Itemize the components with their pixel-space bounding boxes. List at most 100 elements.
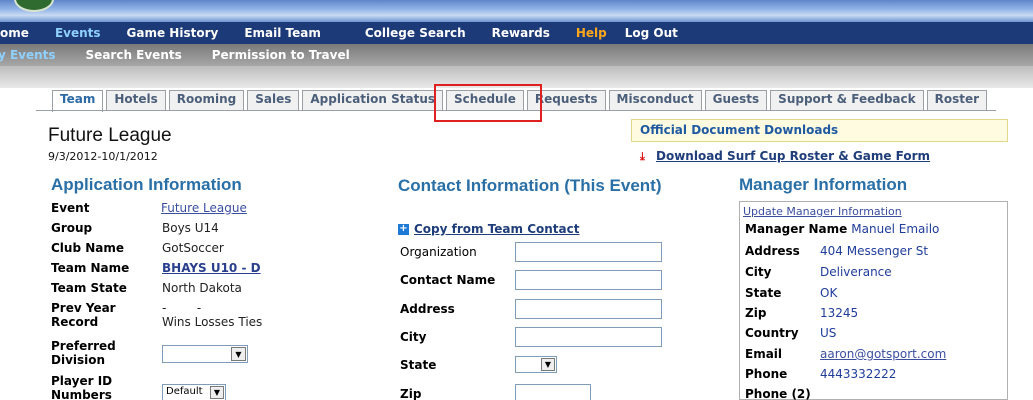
contact-label-city: City [400,330,427,344]
tab-roster[interactable]: Roster [926,90,988,110]
app-row-team-name: Team Name BHAYS U10 - D [51,261,261,275]
app-row-event: Event Future League [51,201,247,215]
manager-value-phone: 4443332222 [820,367,897,381]
app-label-event: Event [51,201,90,215]
main-nav: Home Events Game History Email Team Coll… [0,22,1033,44]
contact-row-city: City [400,327,662,347]
app-value-team-name[interactable]: BHAYS U10 - D [162,261,261,275]
contact-label-address: Address [400,302,455,316]
manager-label-name: Manager Name [745,222,848,236]
tab-hotels[interactable]: Hotels [106,90,166,110]
nav-events[interactable]: Events [55,26,101,40]
nav-help[interactable]: Help [576,26,607,40]
app-label-team-name: Team Name [51,261,130,275]
nav-rewards[interactable]: Rewards [492,26,550,40]
nav-game-history[interactable]: Game History [127,26,219,40]
manager-row-zip: Zip 13245 [745,306,858,320]
app-value-group: Boys U14 [162,221,219,235]
contact-label-organization: Organization [400,245,477,259]
manager-label-country: Country [745,326,799,340]
manager-value-country: US [820,326,837,340]
subnav-search-events[interactable]: Search Events [86,48,182,62]
site-logo[interactable] [14,0,54,12]
sub-nav: My Events Search Events Permission to Tr… [0,44,1033,66]
address-input[interactable] [515,299,662,319]
contact-label-contact-name: Contact Name [400,273,496,287]
contact-label-zip: Zip [400,387,422,400]
application-info-title: Application Information [51,175,242,194]
app-label-player-id: Player ID Numbers [51,374,113,400]
contact-info-title: Contact Information (This Event) [398,176,662,195]
manager-value-email[interactable]: aaron@gotsport.com [820,347,946,361]
tab-team[interactable]: Team [52,90,104,112]
manager-value-city: Deliverance [820,265,892,279]
manager-label-zip: Zip [745,306,767,320]
tab-support-feedback[interactable]: Support & Feedback [770,90,924,110]
tab-sales[interactable]: Sales [247,90,300,110]
manager-row-phone-2: Phone (2) [745,387,820,400]
app-row-preferred-division: Preferred Division ▼ [51,339,248,367]
zip-input[interactable] [515,384,591,400]
manager-value-address: 404 Messenger St [820,244,929,258]
manager-label-phone-2: Phone (2) [745,387,811,400]
manager-label-address: Address [745,244,800,258]
manager-row-email: Email aaron@gotsport.com [745,347,946,361]
chevron-down-icon: ▼ [541,358,555,371]
manager-value-name: Manuel Emailo [851,222,940,236]
tab-misconduct[interactable]: Misconduct [608,90,702,110]
download-roster-link-text[interactable]: Download Surf Cup Roster & Game Form [656,149,930,163]
copy-from-team-contact[interactable]: + Copy from Team Contact [398,222,580,236]
tab-guests[interactable]: Guests [704,90,768,110]
contact-row-state: State ▼ [400,356,557,373]
header-banner [0,0,1033,22]
pdf-icon: ⤓ [640,150,645,163]
copy-from-team-contact-text[interactable]: Copy from Team Contact [414,222,580,236]
chevron-down-icon: ▼ [231,347,246,361]
app-label-club-name: Club Name [51,241,125,255]
app-value-event[interactable]: Future League [161,201,247,215]
manager-value-zip: 13245 [820,306,859,320]
preferred-division-select[interactable]: ▼ [162,345,248,363]
manager-label-state: State [745,286,782,300]
document-downloads-title: Official Document Downloads [640,123,839,137]
tab-application-status[interactable]: Application Status [302,90,444,110]
city-input[interactable] [515,327,662,347]
tab-rooming[interactable]: Rooming [168,90,245,110]
manager-label-phone: Phone [745,367,788,381]
chevron-down-icon: ▼ [210,386,224,399]
download-roster-link[interactable]: ⤓ Download Surf Cup Roster & Game Form [640,149,930,163]
contact-row-organization: Organization [400,242,662,262]
state-select[interactable]: ▼ [515,356,557,373]
manager-row-name: Manager Name Manuel Emailo [745,222,939,236]
app-row-club-name: Club Name GotSoccer [51,241,224,255]
player-id-select[interactable]: Default ▼ [162,384,226,400]
manager-row-state: State OK [745,286,837,300]
event-link[interactable]: Future League [161,201,247,215]
manager-row-phone: Phone 4443332222 [745,367,896,381]
contact-row-zip: Zip [400,384,591,400]
contact-row-address: Address [400,299,662,319]
app-row-player-id: Player ID Numbers Default ▼ [51,374,226,400]
manager-email-link[interactable]: aaron@gotsport.com [820,347,946,361]
plus-icon: + [398,222,409,235]
nav-college-search[interactable]: College Search [365,26,466,40]
nav-log-out[interactable]: Log Out [625,26,678,40]
nav-email-team[interactable]: Email Team [244,26,321,40]
subnav-permission-to-travel[interactable]: Permission to Travel [212,48,350,62]
update-manager-link[interactable]: Update Manager Information [743,205,902,218]
manager-value-state: OK [820,286,838,300]
app-label-prev-year-record: Prev Year Record [51,301,116,329]
team-name-link[interactable]: BHAYS U10 - D [162,261,261,275]
contact-row-contact-name: Contact Name [400,270,662,290]
manager-info-title: Manager Information [739,175,908,194]
contact-name-input[interactable] [515,270,662,290]
manager-row-address: Address 404 Messenger St [745,244,928,258]
app-row-group: Group Boys U14 [51,221,219,235]
contact-label-state: State [400,357,437,372]
app-label-group: Group [51,221,93,235]
organization-input[interactable] [515,242,662,262]
subnav-my-events[interactable]: My Events [0,48,56,62]
nav-home[interactable]: Home [0,26,29,40]
player-id-select-value: Default [166,386,203,397]
app-value-prev-year-record: - - Wins Losses Ties [162,301,263,329]
